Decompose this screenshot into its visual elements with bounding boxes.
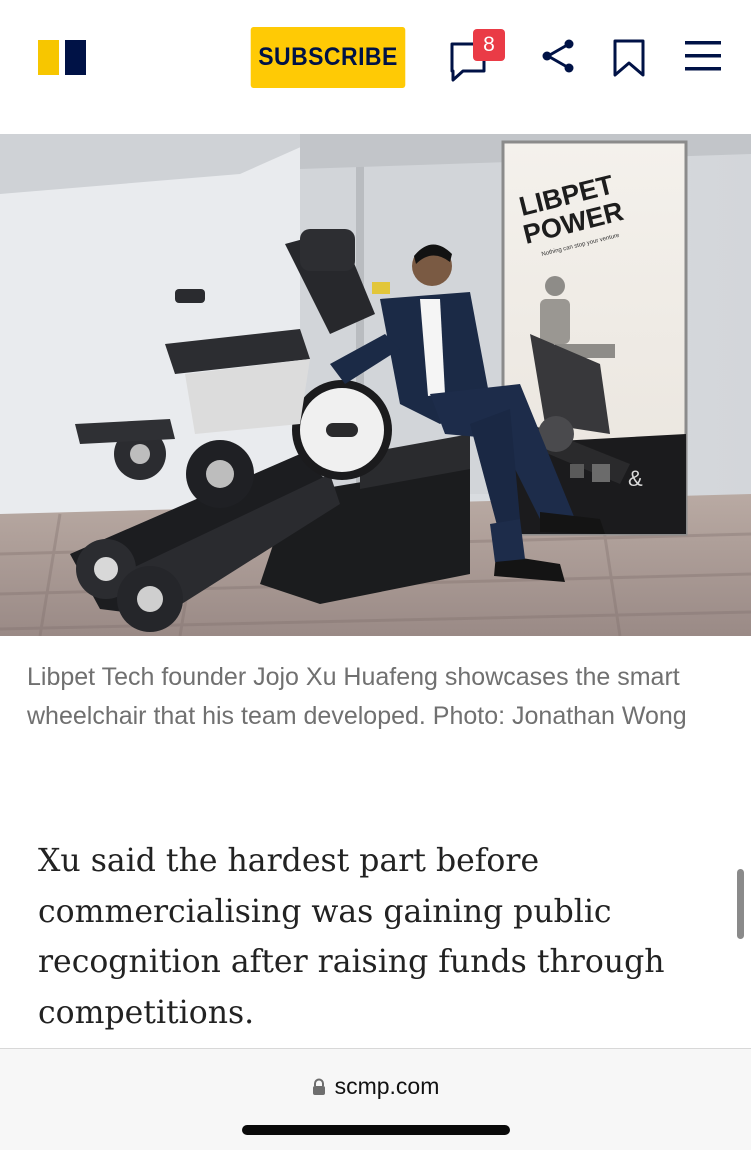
photo-caption: Libpet Tech founder Jojo Xu Huafeng show… (27, 663, 687, 730)
home-indicator (242, 1125, 510, 1135)
comments-button[interactable]: 8 (449, 29, 507, 82)
url-text: scmp.com (334, 1073, 440, 1099)
menu-icon (685, 41, 721, 71)
site-header: SUBSCRIBE 8 (0, 0, 751, 134)
wheelchair-photo-illustration: LIBPET POWER Nothing can stop your ventu… (0, 134, 751, 636)
bookmark-button[interactable] (612, 38, 646, 78)
lock-icon (312, 1078, 325, 1095)
browser-bottom-bar: scmp.com (0, 1048, 751, 1150)
svg-text:&: & (628, 466, 643, 491)
article-photo[interactable]: LIBPET POWER Nothing can stop your ventu… (0, 134, 751, 636)
share-button[interactable] (540, 38, 576, 74)
scrollbar[interactable] (737, 869, 744, 939)
share-icon (542, 39, 574, 73)
scmp-logo[interactable] (38, 40, 86, 75)
bookmark-icon (613, 39, 645, 77)
logo-navy-block (65, 40, 86, 75)
address-bar[interactable]: scmp.com (0, 1073, 751, 1100)
comment-count-badge: 8 (473, 29, 505, 61)
menu-button[interactable] (684, 40, 722, 72)
article-paragraph: Xu said the hardest part before commerci… (38, 843, 665, 1031)
subscribe-button[interactable]: SUBSCRIBE (250, 27, 406, 88)
logo-yellow-block (38, 40, 59, 75)
